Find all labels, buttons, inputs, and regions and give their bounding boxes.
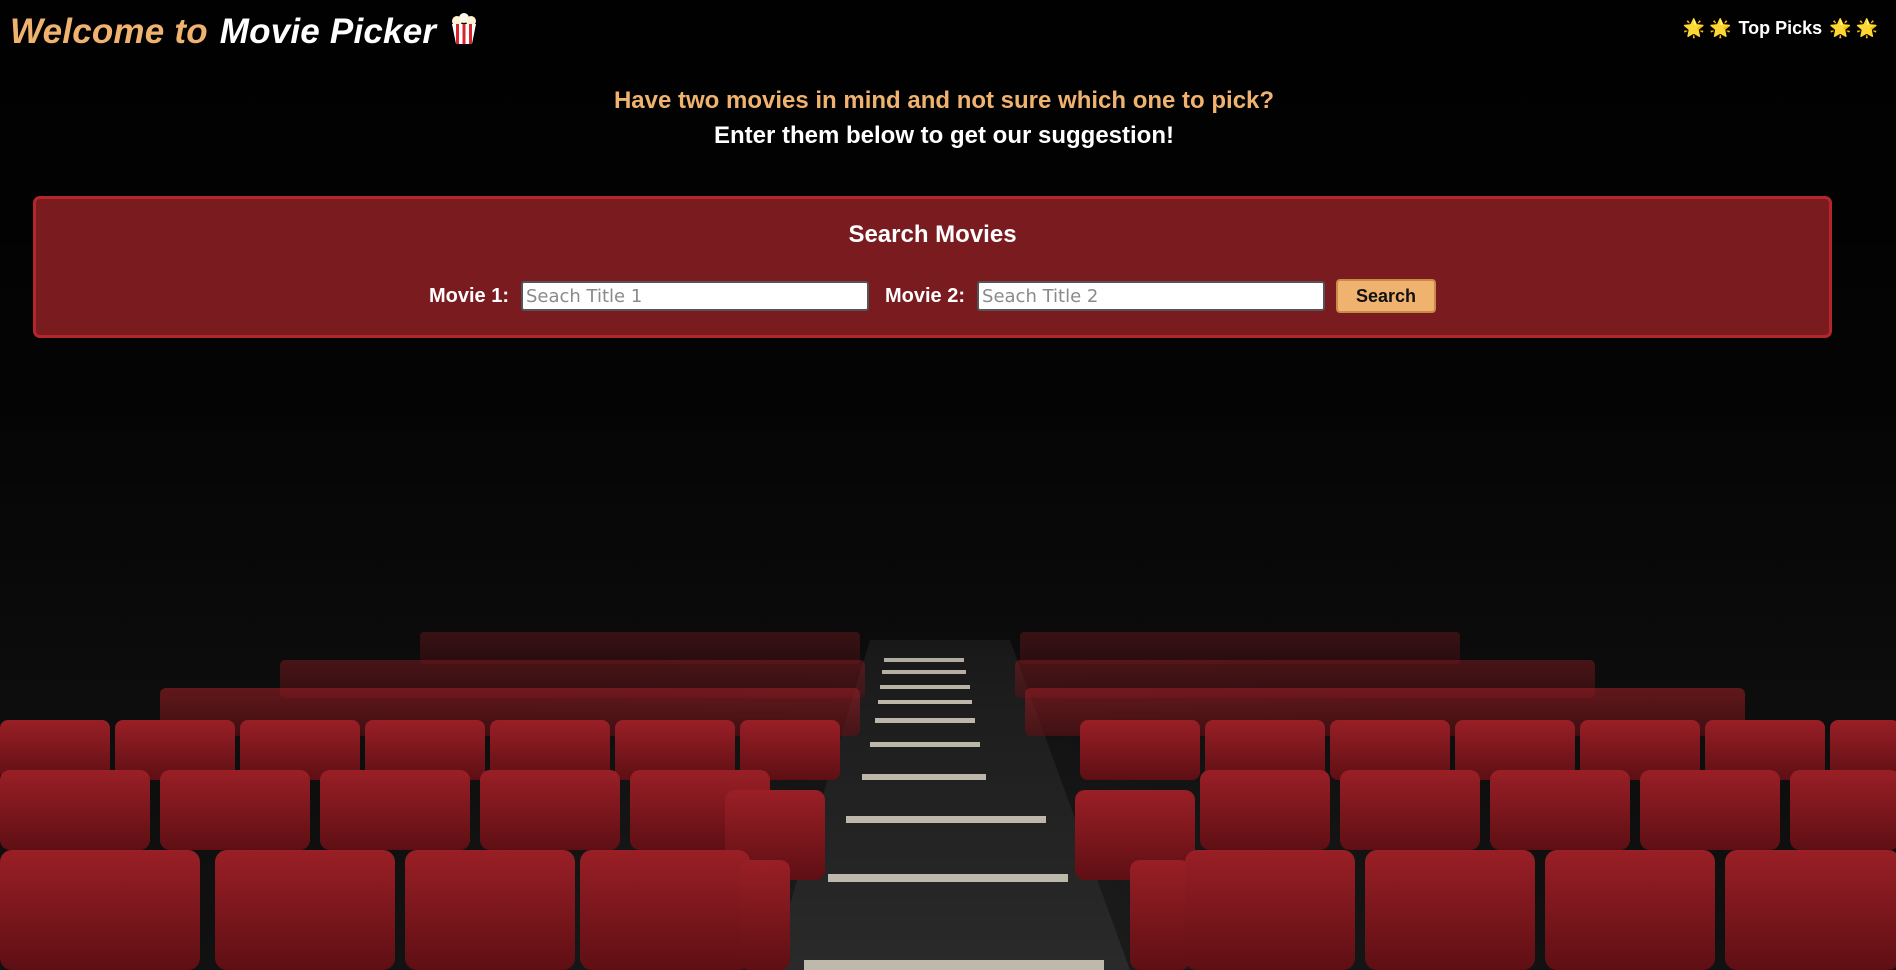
search-form: Movie 1: Movie 2: Search	[36, 279, 1829, 313]
star-icon: 🌟	[1829, 18, 1852, 38]
top-picks-link[interactable]: 🌟 🌟 Top Picks 🌟 🌟	[1681, 18, 1880, 39]
welcome-text: Welcome to	[10, 12, 208, 51]
intro: Have two movies in mind and not sure whi…	[0, 84, 1888, 154]
intro-question: Have two movies in mind and not sure whi…	[613, 87, 1275, 114]
movie1-input[interactable]	[521, 281, 869, 311]
popcorn-icon	[450, 13, 478, 54]
search-panel: Search Movies Movie 1: Movie 2: Search	[33, 196, 1832, 338]
top-picks-label: Top Picks	[1738, 18, 1823, 38]
search-panel-title: Search Movies	[848, 221, 1017, 248]
star-icon: 🌟	[1855, 18, 1878, 38]
search-button[interactable]: Search	[1336, 279, 1437, 313]
movie2-label: Movie 2:	[885, 284, 966, 307]
movie2-input[interactable]	[977, 281, 1326, 311]
page: Welcome to Movie Picker 🌟 🌟 Top Picks 🌟 🌟 H…	[0, 0, 1896, 970]
movie1-label: Movie 1:	[428, 284, 509, 307]
brand-title: Welcome to Movie Picker	[10, 12, 478, 54]
intro-instruction: Enter them below to get our suggestion!	[713, 122, 1174, 149]
star-icon: 🌟	[1682, 18, 1705, 38]
star-icon: 🌟	[1709, 18, 1732, 38]
header: Welcome to Movie Picker 🌟 🌟 Top Picks 🌟 🌟	[0, 0, 1896, 70]
app-name: Movie Picker	[219, 12, 437, 51]
